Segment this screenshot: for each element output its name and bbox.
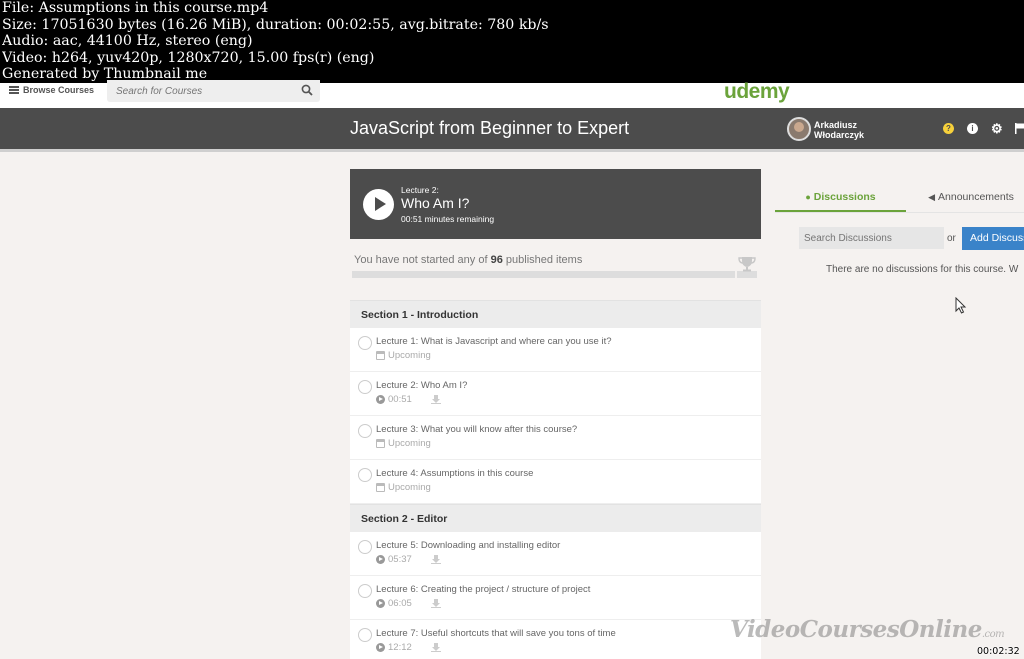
- lecture-meta: 12:12: [376, 642, 441, 653]
- video-timestamp: 00:02:32: [977, 646, 1020, 657]
- file-info-line: Video: h264, yuv420p, 1280x720, 15.00 fp…: [2, 49, 375, 66]
- browse-courses-button[interactable]: Browse Courses: [9, 82, 94, 98]
- avatar[interactable]: [787, 117, 811, 141]
- play-circle-icon: [376, 555, 385, 564]
- lecture-row[interactable]: Lecture 1: What is Javascript and where …: [350, 328, 761, 372]
- mouse-cursor-icon: [955, 297, 967, 314]
- lecture-meta: 00:51: [376, 394, 441, 405]
- watermark-suffix: .com: [981, 629, 1005, 640]
- user-name[interactable]: Arkadiusz Włodarczyk: [814, 120, 884, 140]
- progress-text: You have not started any of 96 published…: [354, 254, 582, 266]
- info-icon[interactable]: i: [967, 123, 978, 134]
- tab-announcements[interactable]: ◀ Announcements: [906, 183, 1024, 213]
- watermark-main: VideoCoursesOnline: [730, 616, 982, 643]
- lecture-number: Lecture 2:: [401, 185, 439, 195]
- lecture-duration: 12:12: [388, 642, 412, 653]
- lecture-remaining: 00:51 minutes remaining: [401, 214, 495, 224]
- course-search: [107, 80, 320, 102]
- flag-icon[interactable]: [1015, 123, 1024, 134]
- lecture-row[interactable]: Lecture 2: Who Am I? 00:51: [350, 372, 761, 416]
- section-header: Section 2 - Editor: [350, 504, 761, 532]
- lecture-row[interactable]: Lecture 4: Assumptions in this course Upc…: [350, 460, 761, 504]
- curriculum-list: Section 1 - Introduction Lecture 1: What …: [350, 300, 761, 659]
- lecture-meta: Upcoming: [376, 438, 431, 449]
- download-icon[interactable]: [430, 643, 441, 652]
- play-icon[interactable]: [363, 189, 394, 220]
- calendar-icon: [376, 439, 385, 448]
- lecture-status: Upcoming: [388, 482, 431, 493]
- megaphone-icon: ◀: [928, 192, 936, 202]
- tab-discussions[interactable]: ● Discussions: [775, 183, 906, 213]
- lecture-duration: 06:05: [388, 598, 412, 609]
- lecture-title[interactable]: Lecture 5: Downloading and installing ed…: [376, 540, 560, 551]
- play-circle-icon: [376, 395, 385, 404]
- download-icon[interactable]: [430, 599, 441, 608]
- comments-icon: ●: [805, 192, 811, 202]
- lecture-title[interactable]: Lecture 6: Creating the project / struct…: [376, 584, 590, 595]
- progress-bar: [352, 271, 735, 278]
- file-info-line: Size: 17051630 bytes (16.26 MiB), durati…: [2, 16, 549, 33]
- course-title: JavaScript from Beginner to Expert: [350, 118, 630, 138]
- progress-count: 96: [490, 254, 503, 266]
- tab-discussions-label: Discussions: [813, 191, 876, 203]
- lecture-meta: 06:05: [376, 598, 441, 609]
- lecture-duration: 05:37: [388, 554, 412, 565]
- lecture-title[interactable]: Lecture 3: What you will know after this…: [376, 424, 577, 435]
- browse-courses-label: Browse Courses: [23, 85, 95, 95]
- trophy-icon: [738, 257, 756, 272]
- completion-checkbox[interactable]: [358, 628, 372, 642]
- course-search-input[interactable]: [107, 80, 297, 102]
- lecture-row[interactable]: Lecture 6: Creating the project / struct…: [350, 576, 761, 620]
- lecture-status: Upcoming: [388, 438, 431, 449]
- lecture-title[interactable]: Lecture 7: Useful shortcuts that will sa…: [376, 628, 616, 639]
- search-icon[interactable]: [301, 84, 313, 96]
- completion-checkbox[interactable]: [358, 584, 372, 598]
- progress-prefix: You have not started any of: [354, 254, 491, 266]
- completion-checkbox[interactable]: [358, 540, 372, 554]
- download-icon[interactable]: [430, 395, 441, 404]
- lecture-title[interactable]: Lecture 4: Assumptions in this course: [376, 468, 533, 479]
- lecture-meta: Upcoming: [376, 482, 431, 493]
- tab-announcements-label: Announcements: [938, 191, 1014, 203]
- search-discussions-input[interactable]: [799, 227, 944, 249]
- udemy-logo[interactable]: udemy: [724, 80, 790, 104]
- download-icon[interactable]: [430, 555, 441, 564]
- lecture-title[interactable]: Lecture 1: What is Javascript and where …: [376, 336, 612, 347]
- section-header: Section 1 - Introduction: [350, 300, 761, 328]
- gear-icon[interactable]: ⚙: [991, 122, 1003, 135]
- play-circle-icon: [376, 643, 385, 652]
- lecture-row[interactable]: Lecture 3: What you will know after this…: [350, 416, 761, 460]
- file-info-line: Audio: aac, 44100 Hz, stereo (eng): [2, 33, 253, 49]
- lecture-meta: 05:37: [376, 554, 441, 565]
- add-discussion-button[interactable]: Add Discussion: [962, 227, 1024, 250]
- lecture-title: Who Am I?: [401, 195, 470, 211]
- file-info-overlay: File: Assumptions in this course.mp4 Siz…: [0, 0, 1024, 83]
- calendar-icon: [376, 483, 385, 492]
- lecture-meta: Upcoming: [376, 350, 431, 361]
- watermark: VideoCoursesOnline.com: [730, 616, 1005, 643]
- empty-discussions-text: There are no discussions for this course…: [826, 264, 1019, 275]
- play-circle-icon: [376, 599, 385, 608]
- lecture-row[interactable]: Lecture 5: Downloading and installing ed…: [350, 532, 761, 576]
- course-header: JavaScript from Beginner to Expert Arkad…: [0, 108, 1024, 152]
- lecture-status: Upcoming: [388, 350, 431, 361]
- lecture-duration: 00:51: [388, 394, 412, 405]
- help-icon[interactable]: ?: [943, 123, 954, 134]
- tab-divider: [775, 212, 1024, 213]
- user-last-name: Włodarczyk: [814, 130, 865, 140]
- or-label: or: [947, 233, 956, 244]
- lecture-title[interactable]: Lecture 2: Who Am I?: [376, 380, 467, 391]
- menu-icon: [9, 86, 19, 94]
- completion-checkbox[interactable]: [358, 468, 372, 482]
- lecture-player-banner[interactable]: Lecture 2: Who Am I? 00:51 minutes remai…: [350, 169, 761, 239]
- completion-checkbox[interactable]: [358, 380, 372, 394]
- file-info-line: File: Assumptions in this course.mp4: [2, 0, 269, 16]
- progress-suffix: published items: [502, 254, 583, 266]
- completion-checkbox[interactable]: [358, 424, 372, 438]
- user-first-name: Arkadiusz: [814, 120, 858, 130]
- completion-checkbox[interactable]: [358, 336, 372, 350]
- calendar-icon: [376, 351, 385, 360]
- lecture-row[interactable]: Lecture 7: Useful shortcuts that will sa…: [350, 620, 761, 659]
